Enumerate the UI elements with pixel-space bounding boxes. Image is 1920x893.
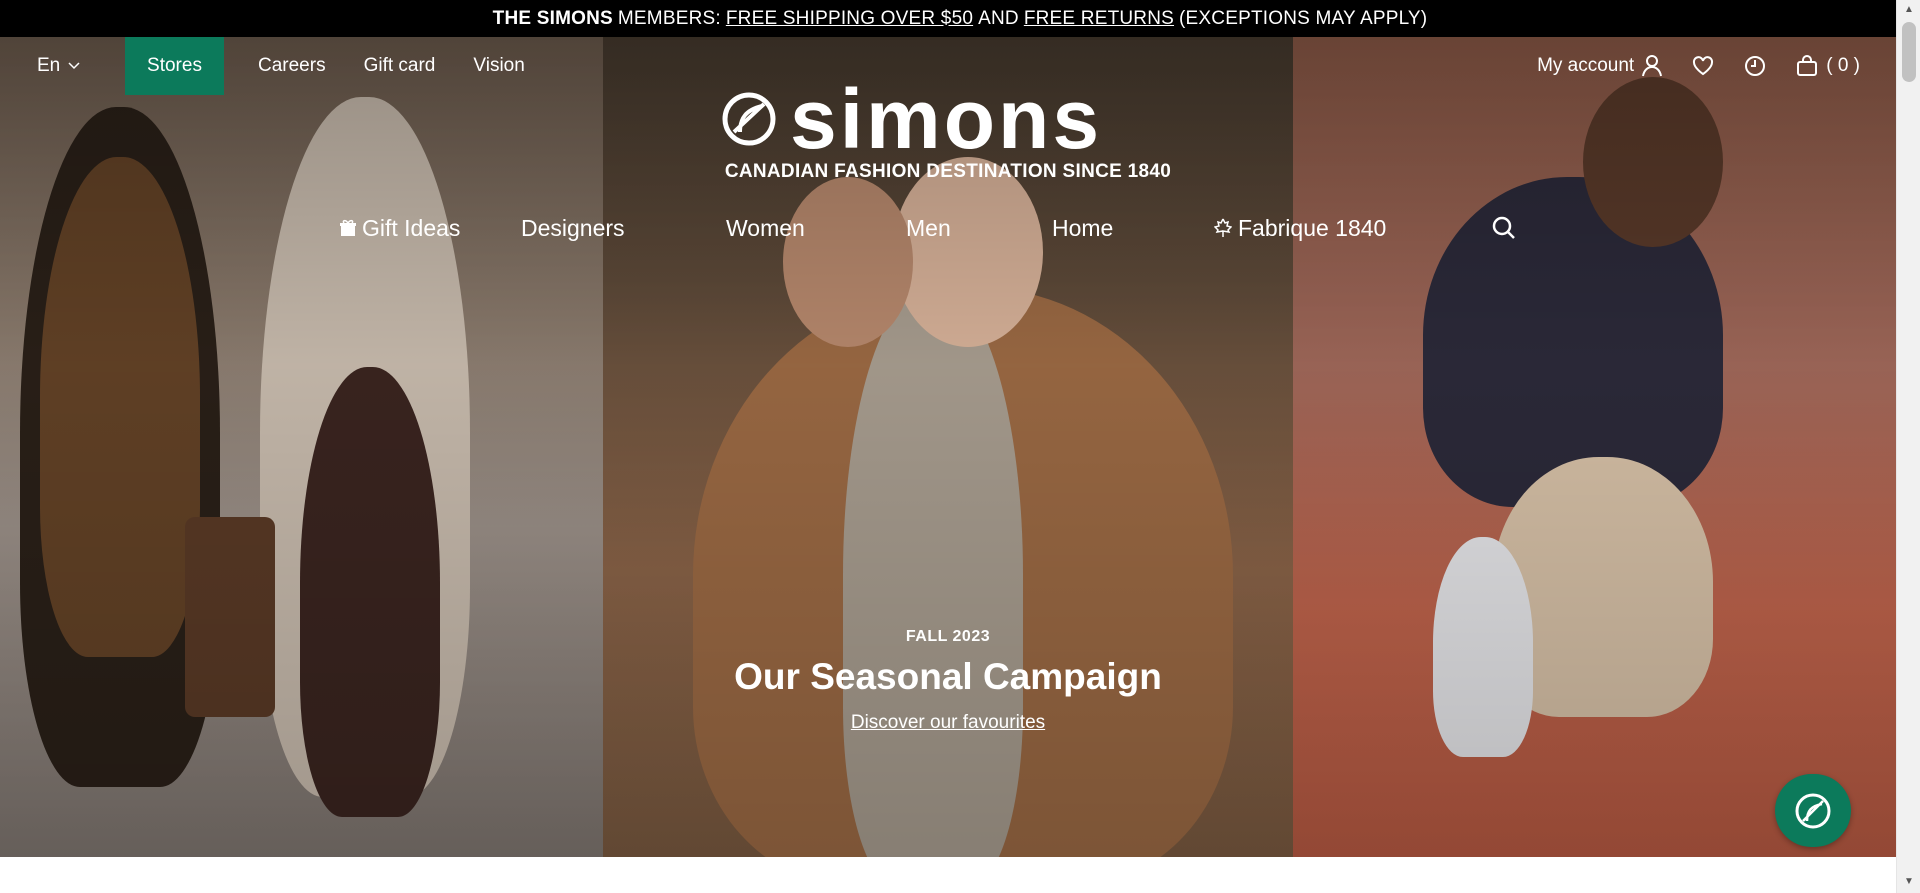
bag-icon xyxy=(1796,55,1818,77)
my-account-button[interactable]: My account xyxy=(1537,55,1663,77)
page-scrollbar[interactable]: ▲ ▼ xyxy=(1896,0,1920,893)
language-selector[interactable]: En xyxy=(37,55,125,77)
nav-men[interactable]: Men xyxy=(906,215,1052,242)
nav-home[interactable]: Home xyxy=(1052,215,1214,242)
maple-leaf-icon xyxy=(1214,218,1232,238)
cart-button[interactable]: ( 0 ) xyxy=(1796,55,1860,77)
promo-bar: THE SIMONS MEMBERS: FREE SHIPPING OVER $… xyxy=(0,0,1920,37)
scroll-down-arrow[interactable]: ▼ xyxy=(1904,876,1914,887)
search-icon[interactable] xyxy=(1492,216,1516,240)
scrollbar-thumb[interactable] xyxy=(1902,22,1916,82)
brand-tagline: CANADIAN FASHION DESTINATION SINCE 1840 xyxy=(724,161,1172,182)
careers-link[interactable]: Careers xyxy=(258,55,326,77)
campaign-season: FALL 2023 xyxy=(905,628,991,645)
promo-brand: THE SIMONS xyxy=(492,7,613,29)
cart-count: ( 0 ) xyxy=(1826,55,1860,76)
account-nav: My account ( 0 ) xyxy=(1537,37,1860,95)
nav-women[interactable]: Women xyxy=(726,215,906,242)
my-account-label: My account xyxy=(1537,55,1635,76)
clock-icon[interactable] xyxy=(1744,55,1766,77)
nav-fabrique-1840[interactable]: Fabrique 1840 xyxy=(1214,215,1492,242)
vision-link[interactable]: Vision xyxy=(473,55,524,77)
promo-exceptions: (EXCEPTIONS MAY APPLY) xyxy=(1179,7,1428,29)
simons-logo[interactable]: simons xyxy=(722,77,1174,161)
promo-members: MEMBERS: xyxy=(617,7,721,29)
nav-designers[interactable]: Designers xyxy=(521,215,726,242)
free-returns-link[interactable]: FREE RETURNS xyxy=(1024,8,1174,30)
language-label: En xyxy=(37,55,61,76)
gift-icon xyxy=(340,219,356,237)
promo-and: AND xyxy=(978,7,1019,29)
utility-nav: En Stores Careers Gift card Vision xyxy=(0,37,525,95)
logo-wordmark: simons xyxy=(790,72,1103,166)
discover-favourites-link[interactable]: Discover our favourites xyxy=(851,712,1045,734)
free-shipping-link[interactable]: FREE SHIPPING OVER $50 xyxy=(726,8,973,30)
main-nav: Gift Ideas Designers Women Men Home Fabr… xyxy=(340,210,1516,246)
heart-icon[interactable] xyxy=(1692,56,1714,76)
stores-button[interactable]: Stores xyxy=(125,37,224,95)
chat-icon xyxy=(1793,791,1833,831)
gift-card-link[interactable]: Gift card xyxy=(364,55,436,77)
scroll-up-arrow[interactable]: ▲ xyxy=(1904,4,1914,15)
chat-button[interactable] xyxy=(1775,774,1851,847)
nav-label-gift-ideas: Gift Ideas xyxy=(362,214,461,241)
user-icon xyxy=(1642,55,1663,77)
nav-label-fabrique-1840: Fabrique 1840 xyxy=(1238,214,1387,241)
chevron-down-icon xyxy=(68,62,80,70)
nav-gift-ideas[interactable]: Gift Ideas xyxy=(340,215,521,242)
campaign-headline: Our Seasonal Campaign xyxy=(734,656,1162,697)
leaf-logo-icon xyxy=(722,92,776,146)
campaign-block: FALL 2023 Our Seasonal Campaign Discover… xyxy=(603,628,1293,734)
